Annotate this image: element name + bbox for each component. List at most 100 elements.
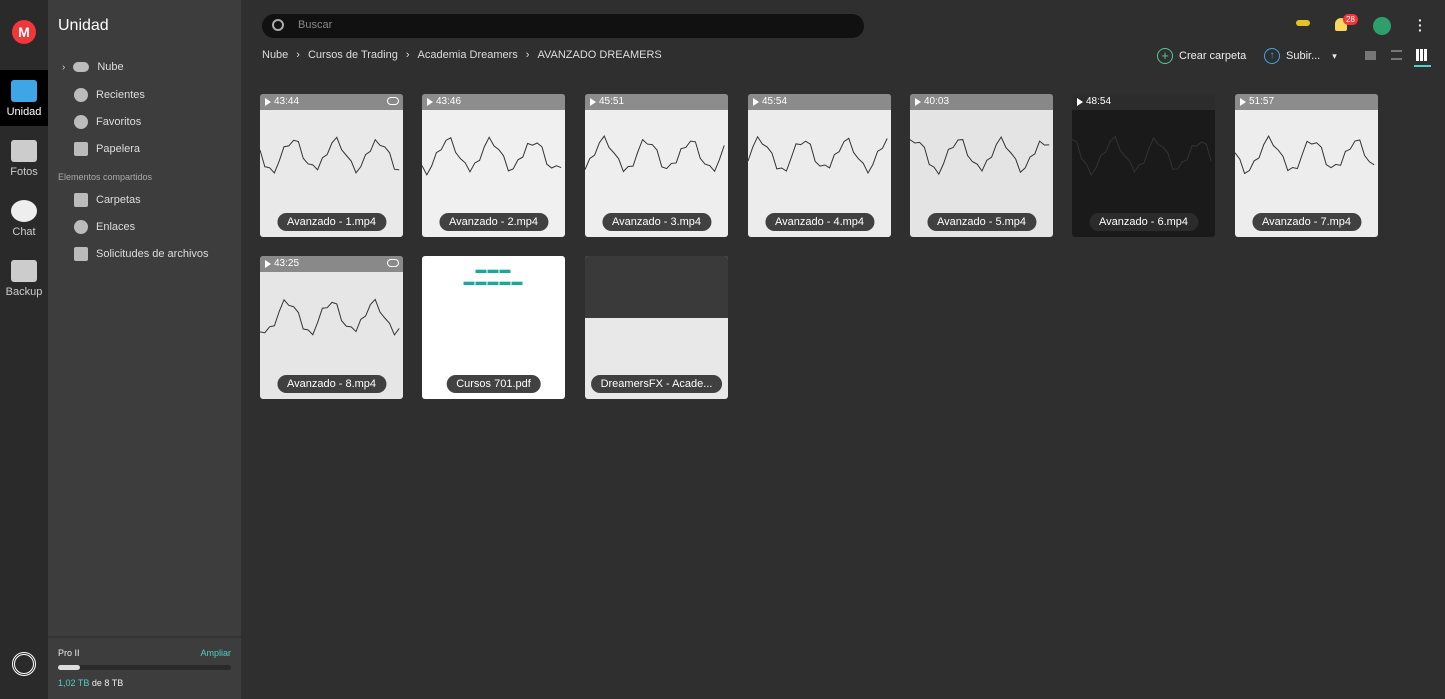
sidebar-label: Favoritos [96,116,142,128]
file-card[interactable]: 51:57 Avanzado - 7.mp4 [1235,94,1378,237]
chevron-right-icon: › [62,61,66,73]
grid-view-icon[interactable] [1416,49,1428,61]
sidebar-item-nube[interactable]: › Nube [62,61,124,73]
breadcrumb-separator: › [405,49,410,61]
duration-badge: 45:54 [748,94,891,110]
file-card[interactable]: 43:25 Avanzado - 8.mp4 [260,256,403,399]
link-icon [74,220,88,234]
breadcrumb-item: AVANZADO DREAMERS [537,49,662,61]
rail-label: Chat [12,226,36,238]
clock-icon [74,88,88,102]
active-view-indicator [1414,65,1431,67]
rail-item-chat[interactable]: Chat [0,190,48,246]
create-folder-button[interactable]: + Crear carpeta [1157,48,1246,64]
file-card[interactable]: 48:54 Avanzado - 6.mp4 [1072,94,1215,237]
notification-badge: 28 [1343,14,1358,25]
video-thumbnail [422,136,562,176]
plus-icon: + [1157,48,1173,64]
video-thumbnail [910,135,1050,176]
avatar[interactable] [1373,17,1391,35]
video-thumbnail [1072,135,1212,177]
sidebar-item-carpetas[interactable]: Carpetas [74,193,141,207]
duration-badge: 40:03 [910,94,1053,110]
sidebar-label: Papelera [96,143,141,155]
shared-folder-icon [74,193,88,207]
file-card[interactable]: 43:46 Avanzado - 2.mp4 [422,94,565,237]
sidebar-label: Solicitudes de archivos [96,248,209,260]
file-card[interactable]: DreamersFX - Acade... [585,256,728,399]
chevron-down-icon[interactable]: ▾ [1332,51,1337,62]
folder-icon [11,80,37,102]
shared-heading: Elementos compartidos [58,172,153,182]
video-thumbnail [748,135,888,175]
photos-icon [11,140,37,162]
storage-plan: Pro II Ampliar 1,02 TB de 8 TB [48,636,241,699]
sidebar: Unidad › Nube Recientes Favoritos Papeler… [48,0,241,699]
file-card[interactable]: 40:03 Avanzado - 5.mp4 [910,94,1053,237]
sidebar-item-favoritos[interactable]: Favoritos [74,115,141,129]
file-card[interactable]: ▬▬▬ ▬▬▬▬▬ Cursos 701.pdf [422,256,565,399]
create-folder-label: Crear carpeta [1179,50,1247,62]
pdf-thumbnail: ▬▬▬ ▬▬▬▬▬ [463,264,524,288]
breadcrumb: Nube › Cursos de Trading › Academia Dreame… [262,49,662,61]
duration-badge: 43:44 [260,94,403,110]
upload-button[interactable]: ↑ Subir... ▾ [1264,48,1337,64]
more-menu-icon[interactable]: · · · [1418,13,1423,37]
sidebar-label: Carpetas [96,194,141,206]
video-thumbnail [585,135,725,173]
upgrade-link[interactable]: Ampliar [200,648,231,658]
file-card[interactable]: 45:54 Avanzado - 4.mp4 [748,94,891,237]
file-name: Avanzado - 1.mp4 [276,213,387,231]
file-name: Avanzado - 4.mp4 [764,213,875,231]
file-name: DreamersFX - Acade... [590,375,723,393]
video-thumbnail [260,136,400,174]
sidebar-item-recientes[interactable]: Recientes [74,88,145,102]
rail-label: Unidad [6,106,42,118]
video-thumbnail [260,298,400,336]
duration-badge: 43:25 [260,256,403,272]
search-icon [272,19,284,31]
file-card[interactable]: 43:44 Avanzado - 1.mp4 [260,94,403,237]
file-request-icon [74,247,88,261]
app-rail: M Unidad Fotos Chat Backup [0,0,48,699]
search-input[interactable]: Buscar [262,14,864,38]
sidebar-label: Nube [97,61,124,73]
upload-icon: ↑ [1264,48,1280,64]
transfers-icon[interactable] [12,652,36,676]
breadcrumb-item[interactable]: Cursos de Trading [308,49,398,61]
file-name: Avanzado - 5.mp4 [926,213,1037,231]
plan-name: Pro II [58,648,80,658]
breadcrumb-item[interactable]: Nube [262,49,288,61]
duration-badge: 51:57 [1235,94,1378,110]
breadcrumb-separator: › [525,49,530,61]
rail-label: Backup [5,286,43,298]
file-name: Avanzado - 8.mp4 [276,375,387,393]
sidebar-item-papelera[interactable]: Papelera [74,142,140,156]
duration-badge: 45:51 [585,94,728,110]
storage-bar [58,665,231,670]
sidebar-item-enlaces[interactable]: Enlaces [74,220,135,234]
rail-item-unidad[interactable]: Unidad [0,70,48,126]
sidebar-title: Unidad [58,17,109,34]
sidebar-label: Recientes [96,89,145,101]
sidebar-item-solicitudes[interactable]: Solicitudes de archivos [74,247,209,261]
rail-item-backup[interactable]: Backup [0,250,48,306]
video-thumbnail [1235,135,1375,175]
duration-badge: 48:54 [1072,94,1215,110]
thumbnail-view-icon[interactable] [1365,51,1376,60]
rail-label: Fotos [10,166,38,178]
file-name: Avanzado - 6.mp4 [1088,213,1199,231]
file-name: Avanzado - 3.mp4 [601,213,712,231]
list-view-icon[interactable] [1391,50,1402,60]
heart-icon [74,115,88,129]
upload-label: Subir... [1286,50,1321,62]
file-card[interactable]: 45:51 Avanzado - 3.mp4 [585,94,728,237]
breadcrumb-item[interactable]: Academia Dreamers [418,49,518,61]
image-thumbnail [585,256,728,318]
mega-logo[interactable]: M [12,20,36,44]
trash-icon [74,142,88,156]
key-icon[interactable] [1296,20,1310,26]
rail-item-fotos[interactable]: Fotos [0,130,48,186]
backup-icon [11,260,37,282]
link-icon [387,97,399,105]
